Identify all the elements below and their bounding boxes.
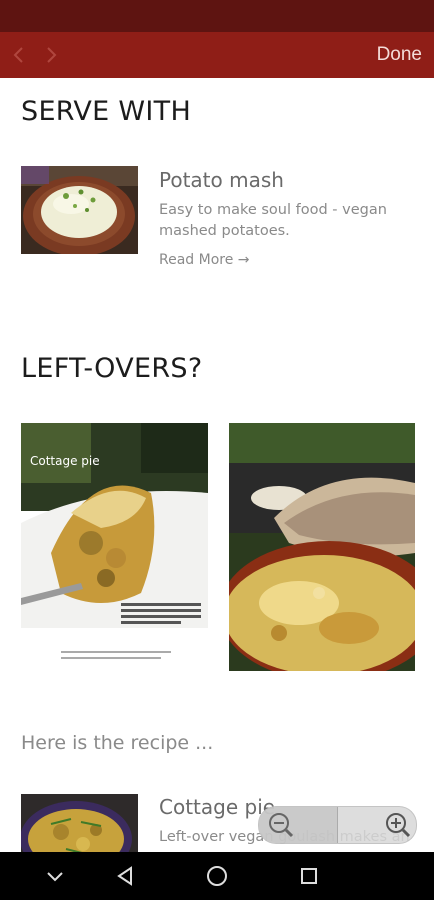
zoom-in-button[interactable] [338,807,416,843]
cottage-pie-thumbnail[interactable] [21,794,138,852]
left-overs-heading: LEFT-OVERS? [21,353,203,384]
status-bar [0,0,434,32]
potato-mash-description: Easy to make soul food - vegan mashed po… [159,202,387,239]
zoom-out-icon [269,813,294,838]
zoom-out-button[interactable] [259,807,337,843]
home-circle-icon[interactable] [205,864,229,888]
potato-mash-title[interactable]: Potato mash [159,168,284,192]
system-navigation-bar [0,852,434,900]
serve-with-heading: SERVE WITH [21,96,192,127]
cottage-pie-image-caption: Cottage pie [30,454,100,468]
zoom-control [258,806,417,844]
recents-square-icon[interactable] [297,864,321,888]
back-triangle-icon[interactable] [113,864,137,888]
cottage-pie-page-image[interactable]: Cottage pie [21,423,208,671]
keyboard-hide-icon[interactable] [43,864,67,888]
forward-chevron-icon[interactable] [40,42,62,68]
cottage-pie-title[interactable]: Cottage pie [159,795,275,819]
potato-mash-thumbnail[interactable] [21,166,138,254]
cottage-pie-photo[interactable] [229,423,415,671]
back-chevron-icon[interactable] [8,42,30,68]
article-content[interactable]: SERVE WITH Potato mash Easy to make soul… [0,78,434,852]
potato-mash-read-more-link[interactable]: Read More → [159,252,250,268]
toolbar: Done [0,32,434,78]
done-button[interactable]: Done [377,43,422,67]
recipe-note: Here is the recipe ... [21,732,214,754]
zoom-in-icon [386,813,411,838]
